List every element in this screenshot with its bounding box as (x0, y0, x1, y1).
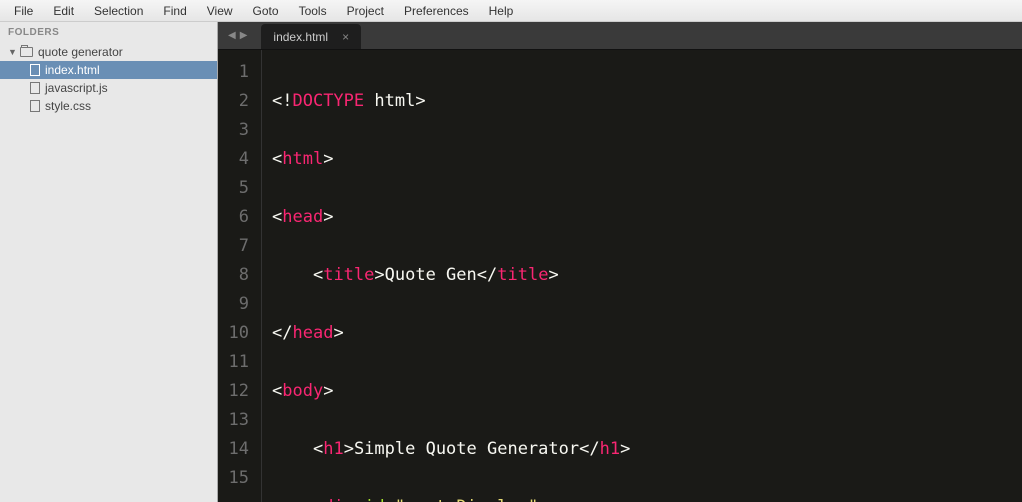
sidebar: FOLDERS ▼ quote generator index.html jav… (0, 22, 218, 502)
editor-area: ◀ ▶ index.html × 1 2 3 4 5 6 7 8 9 10 11 (218, 22, 1022, 502)
code-line: <body> (272, 377, 794, 406)
line-gutter: 1 2 3 4 5 6 7 8 9 10 11 12 13 14 15 (218, 50, 262, 502)
code-line: <title>Quote Gen</title> (272, 261, 794, 290)
code-line: <h1>Simple Quote Generator</h1> (272, 435, 794, 464)
menu-help[interactable]: Help (479, 1, 524, 21)
menu-file[interactable]: File (4, 1, 43, 21)
line-number: 15 (226, 464, 249, 493)
file-icon (30, 64, 40, 76)
tab-title: index.html (273, 30, 328, 44)
menu-find[interactable]: Find (153, 1, 196, 21)
file-item-javascript[interactable]: javascript.js (0, 79, 217, 97)
folder-root[interactable]: ▼ quote generator (0, 43, 217, 61)
file-label: style.css (45, 99, 91, 113)
line-number: 2 (226, 87, 249, 116)
line-number: 9 (226, 290, 249, 319)
menu-bar: File Edit Selection Find View Goto Tools… (0, 0, 1022, 22)
folder-icon (20, 47, 33, 57)
line-number: 1 (226, 58, 249, 87)
file-label: index.html (45, 63, 100, 77)
menu-project[interactable]: Project (337, 1, 394, 21)
code-line: <html> (272, 145, 794, 174)
menu-preferences[interactable]: Preferences (394, 1, 479, 21)
code-line: <!DOCTYPE html> (272, 87, 794, 116)
line-number: 12 (226, 377, 249, 406)
main-area: FOLDERS ▼ quote generator index.html jav… (0, 22, 1022, 502)
menu-goto[interactable]: Goto (243, 1, 289, 21)
sidebar-header: FOLDERS (0, 22, 217, 43)
line-number: 10 (226, 319, 249, 348)
line-number: 4 (226, 145, 249, 174)
line-number: 7 (226, 232, 249, 261)
file-item-index[interactable]: index.html (0, 61, 217, 79)
tab-nav: ◀ ▶ (218, 22, 257, 49)
code-line: <head> (272, 203, 794, 232)
line-number: 3 (226, 116, 249, 145)
line-number: 5 (226, 174, 249, 203)
file-icon (30, 100, 40, 112)
code-content[interactable]: <!DOCTYPE html> <html> <head> <title>Quo… (262, 50, 804, 502)
code-line: </head> (272, 319, 794, 348)
tab-index-html[interactable]: index.html × (261, 24, 361, 49)
tab-bar: ◀ ▶ index.html × (218, 22, 1022, 50)
chevron-down-icon: ▼ (8, 47, 18, 57)
menu-edit[interactable]: Edit (43, 1, 84, 21)
file-icon (30, 82, 40, 94)
close-icon[interactable]: × (342, 30, 349, 44)
code-area[interactable]: 1 2 3 4 5 6 7 8 9 10 11 12 13 14 15 <!DO… (218, 50, 1022, 502)
line-number: 6 (226, 203, 249, 232)
menu-selection[interactable]: Selection (84, 1, 153, 21)
file-item-style[interactable]: style.css (0, 97, 217, 115)
nav-back-icon[interactable]: ◀ (228, 30, 236, 41)
file-tree: ▼ quote generator index.html javascript.… (0, 43, 217, 115)
folder-label: quote generator (38, 45, 123, 59)
code-line: <div id="quoteDisplay"> (272, 493, 794, 502)
menu-tools[interactable]: Tools (289, 1, 337, 21)
line-number: 13 (226, 406, 249, 435)
line-number: 11 (226, 348, 249, 377)
file-label: javascript.js (45, 81, 108, 95)
line-number: 14 (226, 435, 249, 464)
menu-view[interactable]: View (197, 1, 243, 21)
nav-forward-icon[interactable]: ▶ (240, 30, 248, 41)
line-number: 8 (226, 261, 249, 290)
